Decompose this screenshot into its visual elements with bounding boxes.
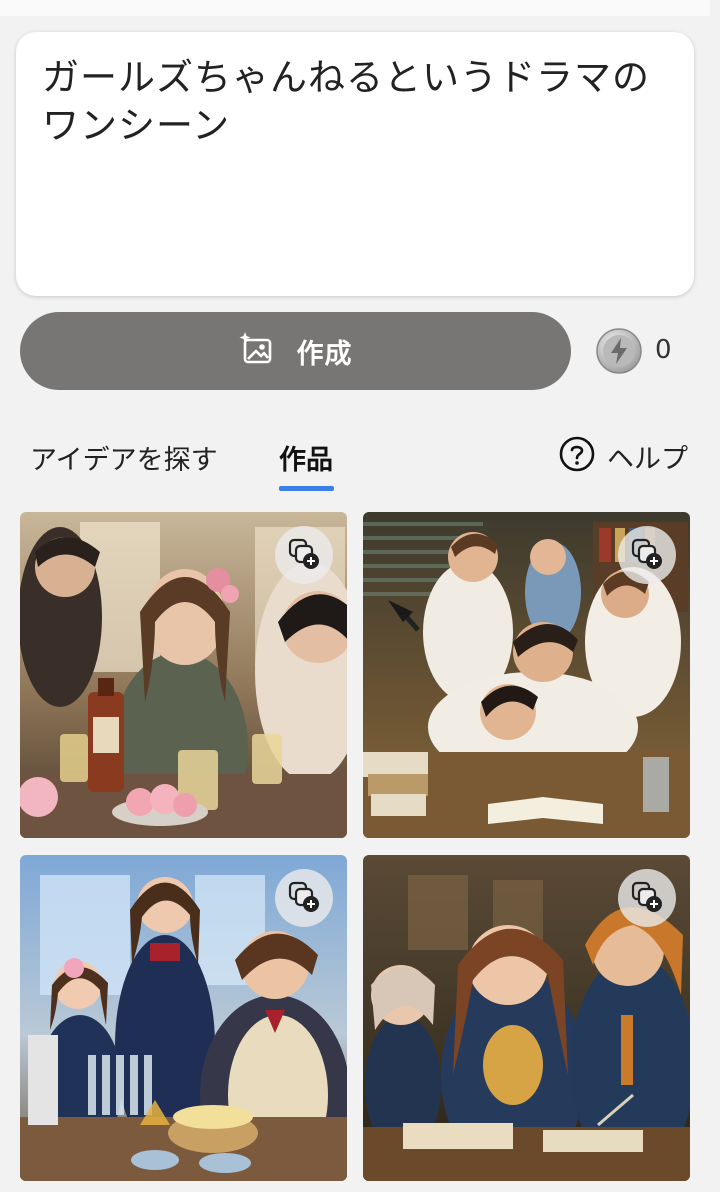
add-to-collection-button[interactable]: [618, 526, 676, 584]
add-to-collection-icon: [287, 879, 321, 917]
help-icon: [559, 436, 595, 476]
create-button[interactable]: 作成: [20, 312, 571, 390]
boost-coin-icon: [596, 328, 642, 374]
add-to-collection-button[interactable]: [275, 869, 333, 927]
gallery-image-4[interactable]: [363, 855, 690, 1181]
add-to-collection-button[interactable]: [618, 869, 676, 927]
gallery-image-3[interactable]: [20, 855, 347, 1181]
add-to-collection-icon: [287, 536, 321, 574]
image-sparkle-icon: [239, 331, 275, 371]
add-to-collection-icon: [630, 536, 664, 574]
tab-explore-ideas[interactable]: アイデアを探す: [30, 438, 218, 477]
gallery-image-2[interactable]: [363, 512, 690, 838]
gallery-image-1[interactable]: [20, 512, 347, 838]
add-to-collection-icon: [630, 879, 664, 917]
add-to-collection-button[interactable]: [275, 526, 333, 584]
help-label: ヘルプ: [607, 443, 688, 475]
coin-count: 0: [655, 335, 672, 365]
top-bar: [0, 0, 710, 16]
prompt-text[interactable]: ガールズちゃんねるというドラマのワンシーン: [42, 54, 662, 150]
tab-selected-indicator: [279, 486, 334, 491]
prompt-input[interactable]: ガールズちゃんねるというドラマのワンシーン: [16, 32, 694, 296]
create-button-label: 作成: [296, 338, 353, 370]
tab-creations[interactable]: 作品: [279, 438, 333, 477]
help-button[interactable]: ヘルプ: [559, 436, 688, 476]
